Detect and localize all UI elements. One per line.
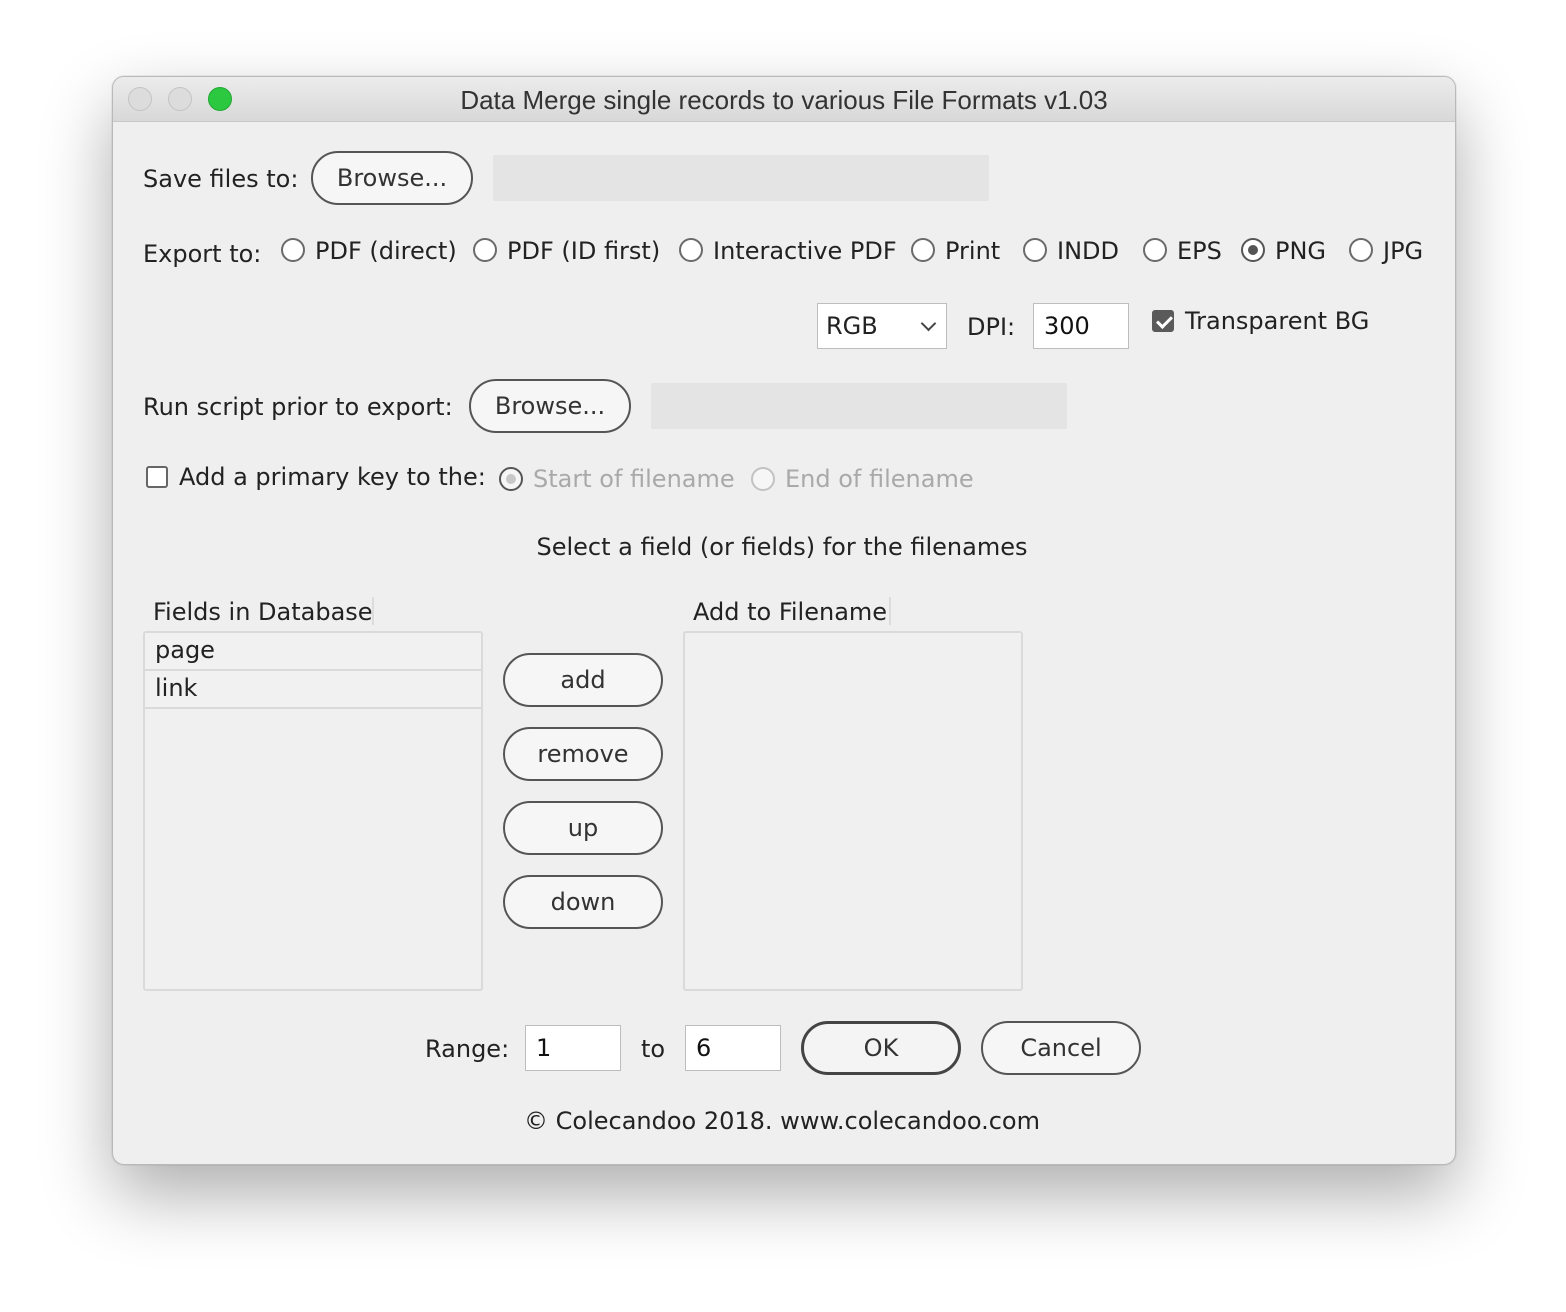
up-button[interactable]: up (503, 801, 663, 855)
radio-interactive-pdf-label: Interactive PDF (713, 237, 897, 265)
range-to-label: to (641, 1035, 666, 1063)
range-from-input[interactable]: 1 (525, 1025, 621, 1071)
script-browse-button[interactable]: Browse... (469, 379, 631, 433)
chevron-down-icon (920, 315, 937, 331)
radio-print[interactable] (911, 238, 935, 262)
save-files-label: Save files to: (143, 165, 299, 193)
copyright-footer: © Colecandoo 2018. www.colecandoo.com (524, 1107, 1040, 1135)
radio-eps[interactable] (1143, 238, 1167, 262)
fields-instruction: Select a field (or fields) for the filen… (536, 533, 1028, 561)
db-fields-list[interactable]: page link (143, 631, 483, 991)
remove-button[interactable]: remove (503, 727, 663, 781)
export-to-label: Export to: (143, 240, 262, 268)
save-path-field[interactable] (493, 155, 989, 201)
radio-eps-label: EPS (1177, 237, 1222, 265)
color-mode-select[interactable]: RGB (817, 303, 947, 349)
add-button[interactable]: add (503, 653, 663, 707)
radio-jpg-label: JPG (1383, 237, 1424, 265)
radio-pdf-direct-label: PDF (direct) (315, 237, 457, 265)
radio-start-of-filename-label: Start of filename (533, 465, 735, 493)
radio-print-label: Print (945, 237, 1001, 265)
range-label: Range: (425, 1035, 510, 1063)
radio-jpg[interactable] (1349, 238, 1373, 262)
radio-png-label: PNG (1275, 237, 1327, 265)
list-item[interactable]: page (145, 633, 481, 671)
dpi-label: DPI: (967, 313, 1016, 341)
radio-interactive-pdf[interactable] (679, 238, 703, 262)
db-fields-header: Fields in Database (153, 598, 373, 626)
filename-fields-list[interactable] (683, 631, 1023, 991)
radio-pdf-id-first-label: PDF (ID first) (507, 237, 661, 265)
filename-fields-header: Add to Filename (693, 598, 888, 626)
window-title: Data Merge single records to various Fil… (460, 85, 1108, 115)
ok-button[interactable]: OK (801, 1021, 961, 1075)
filename-header-divider (889, 597, 891, 625)
primary-key-checkbox[interactable] (146, 466, 168, 488)
range-to-input[interactable]: 6 (685, 1025, 781, 1071)
title-bar: Data Merge single records to various Fil… (113, 77, 1455, 122)
list-item[interactable]: link (145, 671, 481, 709)
color-mode-value: RGB (826, 312, 878, 340)
radio-indd[interactable] (1023, 238, 1047, 262)
cancel-button[interactable]: Cancel (981, 1021, 1141, 1075)
radio-pdf-direct[interactable] (281, 238, 305, 262)
radio-indd-label: INDD (1057, 237, 1119, 265)
radio-png[interactable] (1241, 238, 1265, 262)
transparent-bg-label: Transparent BG (1185, 307, 1370, 335)
radio-pdf-id-first[interactable] (473, 238, 497, 262)
run-script-label: Run script prior to export: (143, 393, 453, 421)
dialog-window: Data Merge single records to various Fil… (112, 76, 1456, 1165)
radio-start-of-filename[interactable] (499, 467, 523, 491)
save-browse-button[interactable]: Browse... (311, 151, 473, 205)
script-path-field[interactable] (651, 383, 1067, 429)
radio-end-of-filename-label: End of filename (785, 465, 974, 493)
db-header-divider (372, 597, 374, 625)
down-button[interactable]: down (503, 875, 663, 929)
transparent-bg-checkbox[interactable] (1152, 310, 1174, 332)
dpi-input[interactable]: 300 (1033, 303, 1129, 349)
primary-key-label: Add a primary key to the: (179, 463, 486, 491)
radio-end-of-filename[interactable] (751, 467, 775, 491)
